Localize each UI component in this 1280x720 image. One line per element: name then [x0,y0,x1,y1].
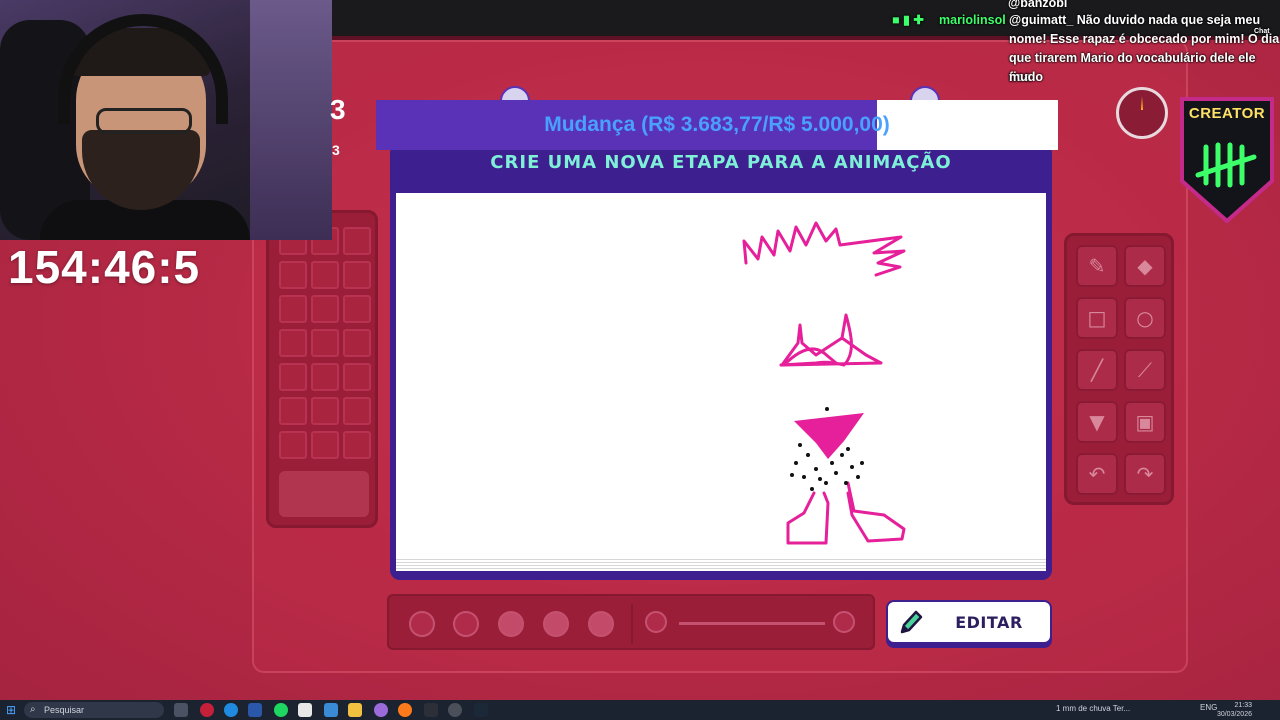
opera-icon[interactable] [200,703,214,717]
line-icon[interactable]: ╱ [1076,349,1118,391]
taskbar-clock[interactable]: 21:33 30/03/2026 [1216,701,1252,719]
color-swatch[interactable] [311,431,339,459]
taskbar-search[interactable]: ⌕ Pesquisar [24,702,164,718]
webcam-feed [0,0,332,240]
drawing [742,221,906,545]
search-icon: ⌕ [30,704,36,715]
donation-goal-label: Mudança (R$ 3.683,77/R$ 5.000,00) [544,113,890,136]
edge-icon[interactable] [224,703,238,717]
timer-ring-icon [1116,87,1168,139]
color-swatch[interactable] [311,261,339,289]
chat-message: que tirarem Mario do vocabulário dele el… [1009,51,1256,84]
chat-username: mariolinsol [939,13,1006,27]
undo-icon[interactable]: ↶ [1076,453,1118,495]
folder-icon[interactable] [348,703,362,717]
playback-end-knob[interactable] [833,611,855,633]
creator-label: CREATOR [1188,105,1266,122]
chat-message: nome! Esse rapaz é obcecado por mim! O d… [1009,32,1280,46]
color-swatch[interactable] [343,431,371,459]
frame-slot[interactable] [498,611,524,637]
color-swatch[interactable] [311,329,339,357]
app-icon[interactable] [324,703,338,717]
color-swatch[interactable] [343,363,371,391]
language-indicator[interactable]: ENG [1200,703,1217,712]
store-icon[interactable] [298,703,312,717]
steam-icon[interactable] [474,703,488,717]
chat-message: @guimatt_ Não duvido nada que seja meu [1009,13,1261,27]
chat-button[interactable]: Chat [1254,22,1270,41]
circle-icon[interactable]: ○ [1124,297,1166,339]
side-number: 3 [330,94,346,125]
color-swatch[interactable] [279,363,307,391]
divider [631,604,633,644]
windows-taskbar: ⊞ ⌕ Pesquisar 1 mm de chuva Ter... ENG 2… [0,700,1280,720]
canvas-pages [396,557,1046,571]
clock-time: 21:33 [1234,702,1252,709]
task-view-icon[interactable] [174,703,188,717]
chat-overlay: @banzobi ■ ▮ ✚ mariolinsol @guimatt_ Não… [886,0,1280,90]
redo-icon[interactable]: ↷ [1124,453,1166,495]
creator-badge: CREATOR [1178,95,1276,225]
animation-frames-bar [387,594,875,650]
color-swatch[interactable] [343,295,371,323]
color-swatch[interactable] [279,431,307,459]
color-swatch[interactable] [343,329,371,357]
app-icon[interactable] [374,703,388,717]
app-icon[interactable] [448,703,462,717]
weather-widget[interactable]: 1 mm de chuva Ter... [1056,704,1130,713]
firefox-icon[interactable] [398,703,412,717]
search-placeholder: Pesquisar [44,705,85,715]
frame-slot[interactable] [409,611,435,637]
playback-track [679,622,825,625]
color-swatch[interactable] [279,397,307,425]
spotify-icon[interactable] [274,703,288,717]
custom-color-slot[interactable] [279,471,369,517]
obs-icon[interactable] [424,703,438,717]
edit-button[interactable]: EDITAR [886,600,1052,644]
instruction-title: CRIE UMA NOVA ETAPA PARA A ANIMAÇÃO [390,148,1052,190]
drawing-canvas[interactable] [396,193,1046,561]
app-icon[interactable] [248,703,262,717]
color-swatch[interactable] [343,397,371,425]
edit-button-label: EDITAR [955,612,1023,632]
stream-timer: 154:46:5 [8,241,201,293]
eraser-icon[interactable]: ◆ [1124,245,1166,287]
color-swatch[interactable] [279,261,307,289]
layer-icon[interactable]: ▣ [1124,401,1166,443]
clock-date: 30/03/2026 [1216,711,1252,718]
color-swatch[interactable] [311,295,339,323]
pencil-icon [900,610,923,634]
color-swatch[interactable] [311,363,339,391]
fill-icon[interactable]: ▼ [1076,401,1118,443]
donation-goal-bar: Mudança (R$ 3.683,77/R$ 5.000,00) [376,100,1058,150]
frame-slot[interactable] [543,611,569,637]
chat-badges: ■ ▮ ✚ [892,13,924,27]
tools-panel: ✎ ◆ □ ○ ╱ ⟋ ▼ ▣ ↶ ↷ [1064,233,1174,505]
frame-slot[interactable] [453,611,479,637]
eyedropper-icon[interactable]: ⟋ [1124,349,1166,391]
pencil-icon[interactable]: ✎ [1076,245,1118,287]
color-palette [266,210,378,528]
color-swatch[interactable] [279,329,307,357]
color-swatch[interactable] [311,397,339,425]
side-number: 3 [332,142,340,158]
windows-start-icon[interactable]: ⊞ [6,703,20,717]
frame-slot[interactable] [588,611,614,637]
chat-message: mudo [1009,70,1044,84]
rectangle-icon[interactable]: □ [1076,297,1118,339]
color-swatch[interactable] [279,295,307,323]
color-swatch[interactable] [343,227,371,255]
color-swatch[interactable] [343,261,371,289]
playback-start-knob[interactable] [645,611,667,633]
